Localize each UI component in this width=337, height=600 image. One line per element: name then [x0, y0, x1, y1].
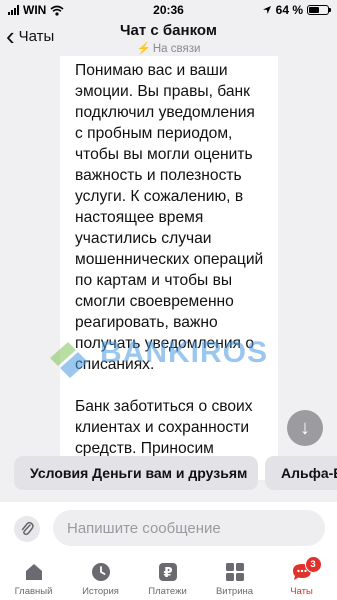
- grid-icon: [224, 561, 246, 583]
- quick-reply-chip[interactable]: Условия Деньги вам и друзьям: [14, 456, 258, 490]
- svg-text:₽: ₽: [163, 566, 172, 581]
- tab-showcase[interactable]: Витрина: [201, 552, 268, 600]
- message-bubble: Понимаю вас и ваши эмоции. Вы правы, бан…: [60, 56, 278, 480]
- tab-label: История: [82, 586, 119, 597]
- quick-replies: Условия Деньги вам и друзьям Альфа-В: [0, 456, 337, 492]
- message-paragraph: Понимаю вас и ваши эмоции. Вы правы, бан…: [75, 62, 264, 373]
- location-arrow-icon: [262, 6, 271, 14]
- bolt-icon: ⚡: [136, 43, 151, 55]
- tab-payments[interactable]: ₽ Платежи: [134, 552, 201, 600]
- tab-home[interactable]: Главный: [0, 552, 67, 600]
- battery-icon: [307, 5, 331, 15]
- tab-label: Витрина: [215, 586, 254, 597]
- tab-bar: Главный История ₽ Платежи Витрина 3 Чаты: [0, 552, 337, 600]
- chat-title: Чат с банком: [120, 22, 217, 39]
- clock-icon: [90, 561, 112, 583]
- paperclip-icon: [21, 521, 34, 536]
- attach-button[interactable]: [14, 516, 40, 542]
- online-status-label: На связи: [152, 43, 201, 55]
- ruble-icon: ₽: [157, 561, 179, 583]
- status-bar: WIN 20:36 64 %: [0, 0, 337, 20]
- tab-chats[interactable]: 3 Чаты: [268, 552, 335, 600]
- arrow-down-icon: ↓: [300, 416, 310, 439]
- online-status: ⚡ На связи: [0, 41, 337, 55]
- tab-label: Главный: [14, 586, 53, 597]
- unread-badge: 3: [304, 556, 322, 573]
- tab-label: Чаты: [290, 586, 313, 597]
- message-input[interactable]: [53, 510, 325, 546]
- home-icon: [23, 561, 45, 583]
- tab-history[interactable]: История: [67, 552, 134, 600]
- battery-percent: 64 %: [275, 3, 303, 17]
- tab-label: Платежи: [148, 586, 187, 597]
- chat-icon: 3: [291, 556, 322, 583]
- composer: [0, 502, 337, 552]
- scroll-down-button[interactable]: ↓: [287, 410, 323, 446]
- chat-header: ‹ Чаты Чат с банком ⚡ На связи: [0, 20, 337, 58]
- quick-reply-chip[interactable]: Альфа-В: [265, 456, 337, 490]
